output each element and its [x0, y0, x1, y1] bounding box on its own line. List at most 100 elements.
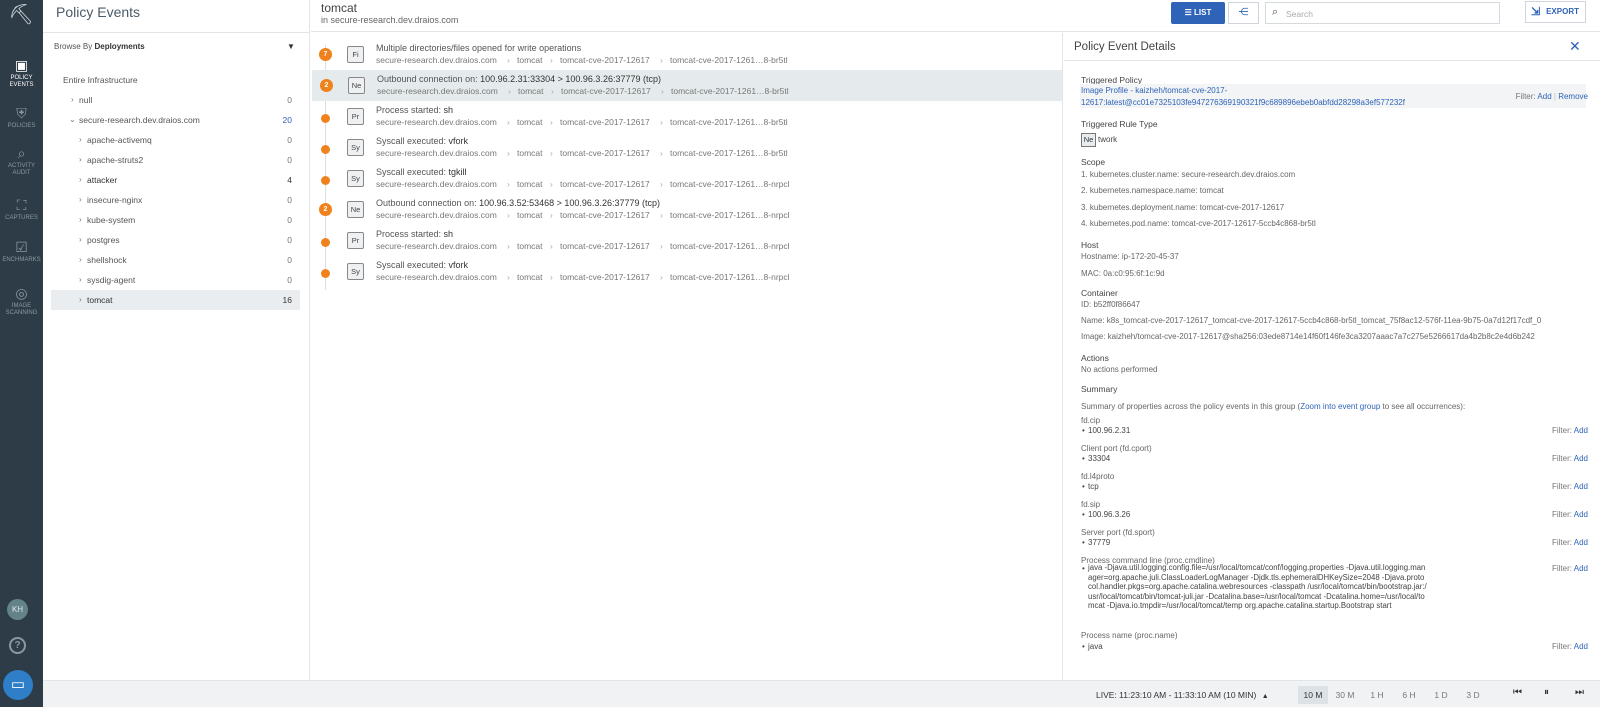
browse-by-dropdown[interactable]: Browse By Deployments [54, 42, 145, 51]
tree-item-apache-activemq[interactable]: › apache-activemq 0 [51, 130, 300, 150]
filter-add-link[interactable]: Add [1574, 426, 1588, 435]
scope-subtitle: in secure-research.dev.draios.com [321, 15, 459, 25]
close-icon[interactable]: ✕ [1569, 38, 1581, 55]
help-icon[interactable]: ? [9, 637, 26, 654]
chat-icon[interactable]: ▭ [3, 670, 33, 700]
property-filter: Filter: Add [1551, 482, 1588, 491]
events-list: 7 Fi Multiple directories/files opened for… [311, 33, 1063, 680]
chevron-right-icon: › [550, 179, 553, 189]
scan-icon: ◎ [15, 285, 28, 301]
sysdig-logo-icon[interactable]: ⛏ [6, 2, 36, 28]
event-type-tag: Sy [347, 170, 364, 187]
graph-view-button[interactable]: ⋲ [1228, 2, 1259, 24]
event-count-badge: 2 [320, 79, 333, 92]
tree-item-postgres[interactable]: › postgres 0 [51, 230, 300, 250]
filter-add-link[interactable]: Add [1574, 538, 1588, 547]
event-title: Multiple directories/files opened for wr… [376, 43, 582, 53]
nav-captures[interactable]: ⛶ CAPTURES [0, 198, 43, 222]
tree-item-attacker[interactable]: › attacker 4 [51, 170, 300, 190]
list-view-button[interactable]: ☰ LIST [1171, 2, 1225, 24]
time-range-option[interactable]: 10 M [1298, 686, 1328, 704]
event-title: Outbound connection on: 100.96.2.31:3330… [377, 74, 661, 84]
time-range-option[interactable]: 3 D [1458, 686, 1488, 704]
event-title: Syscall executed: tgkill [376, 167, 467, 177]
filter-add-link[interactable]: Add [1574, 454, 1588, 463]
filter-remove-link[interactable]: Remove [1558, 92, 1588, 101]
event-row[interactable]: 2 Ne Outbound connection on: 100.96.3.52:5… [311, 194, 1063, 225]
tree-item-apache-struts2[interactable]: › apache-struts2 0 [51, 150, 300, 170]
breadcrumb-item: tomcat [517, 117, 543, 127]
chevron-right-icon: › [660, 55, 663, 65]
search-icon: ⌕ [1272, 6, 1279, 18]
event-row[interactable]: Sy Syscall executed: vfork secure-research… [311, 132, 1063, 163]
event-type-tag: Pr [347, 108, 364, 125]
tree-item-sysdig-agent[interactable]: › sysdig-agent 0 [51, 270, 300, 290]
chevron-right-icon: › [507, 241, 510, 251]
time-range-option[interactable]: 6 H [1394, 686, 1424, 704]
event-row[interactable]: Sy Syscall executed: vfork secure-research… [311, 256, 1063, 287]
event-dot [321, 269, 330, 278]
breadcrumb-item: tomcat-cve-2017-1261…8-br5tl [670, 117, 788, 127]
caret-down-icon[interactable]: ▼ [287, 42, 295, 51]
chevron-right-icon: › [71, 95, 74, 104]
triggered-policy-link[interactable]: Image Profile - kaizheh/tomcat-cve-2017- [1081, 86, 1227, 95]
tree-item-shellshock[interactable]: › shellshock 0 [51, 250, 300, 270]
chevron-right-icon: › [660, 272, 663, 282]
zoom-event-group-link[interactable]: Zoom into event group [1300, 402, 1380, 411]
tree-item-cluster[interactable]: ⌄ secure-research.dev.draios.com 20 [51, 110, 300, 130]
skip-forward-icon[interactable]: ⏭ [1575, 687, 1584, 698]
live-time-range[interactable]: LIVE: 11:23:10 AM - 11:33:10 AM (10 MIN)… [1096, 690, 1269, 700]
export-button[interactable]: ⇲ EXPORT [1525, 1, 1586, 23]
filter-add-link[interactable]: Add [1574, 510, 1588, 519]
event-row[interactable]: 7 Fi Multiple directories/files opened for… [311, 39, 1063, 70]
property-filter: Filter: Add [1551, 510, 1588, 519]
nav-activity-audit[interactable]: ⌕ ACTIVITY AUDIT [0, 146, 43, 177]
summary-text: Summary of properties across the policy … [1081, 402, 1466, 411]
breadcrumb-item: tomcat-cve-2017-12617 [560, 210, 650, 220]
search-input[interactable] [1286, 6, 1494, 21]
content-header: tomcat in secure-research.dev.draios.com… [311, 0, 1600, 32]
event-row[interactable]: 2 Ne Outbound connection on: 100.96.2.31:3… [312, 70, 1062, 101]
breadcrumb-item: tomcat-cve-2017-1261…8-nrpcl [670, 210, 790, 220]
time-range-option[interactable]: 30 M [1330, 686, 1360, 704]
pause-icon[interactable]: ⏸ [1544, 687, 1549, 698]
event-type-tag: Fi [347, 46, 364, 63]
triggered-policy-link-cont[interactable]: 12617:latest@cc01e7325103fe9472763691903… [1081, 98, 1405, 107]
chevron-right-icon: › [79, 215, 82, 224]
skip-back-icon[interactable]: ⏮ [1513, 687, 1522, 698]
alert-icon: ▣ [14, 57, 29, 73]
breadcrumb-item: tomcat-cve-2017-12617 [560, 148, 650, 158]
tree-item-tomcat[interactable]: › tomcat 16 [51, 290, 300, 310]
chevron-right-icon: › [550, 148, 553, 158]
chevron-right-icon: › [79, 295, 82, 304]
chevron-right-icon: › [660, 179, 663, 189]
breadcrumb-item: tomcat [517, 55, 543, 65]
time-range-option[interactable]: 1 D [1426, 686, 1456, 704]
event-row[interactable]: Pr Process started: sh secure-research.dev… [311, 225, 1063, 256]
search-icon: ⌕ [17, 145, 26, 161]
nav-image-scanning[interactable]: ◎ IMAGE SCANNING [0, 286, 43, 317]
filter-add-link[interactable]: Add [1537, 92, 1551, 101]
filter-add-link[interactable]: Add [1574, 482, 1588, 491]
chevron-right-icon: › [550, 117, 553, 127]
nav-policy-events[interactable]: ▣ POLICY EVENTS [0, 58, 43, 89]
event-row[interactable]: Pr Process started: sh secure-research.dev… [311, 101, 1063, 132]
event-type-tag: Ne [348, 77, 365, 94]
event-row[interactable]: Sy Syscall executed: tgkill secure-researc… [311, 163, 1063, 194]
nav-policies[interactable]: ⛨ POLICIES [0, 106, 43, 130]
cmdline-filter: Filter: Add [1551, 564, 1588, 573]
page-title: Policy Events [56, 4, 141, 20]
tree-item-kube-system[interactable]: › kube-system 0 [51, 210, 300, 230]
filter-add-link[interactable]: Add [1574, 564, 1588, 573]
time-range-option[interactable]: 1 H [1362, 686, 1392, 704]
search-box: ⌕ [1265, 2, 1500, 24]
tree-item-null[interactable]: › null 0 [51, 90, 300, 110]
chevron-right-icon: › [79, 135, 82, 144]
user-avatar[interactable]: KH [7, 599, 28, 620]
tree-item-insecure-nginx[interactable]: › insecure-nginx 0 [51, 190, 300, 210]
filter-add-link[interactable]: Add [1574, 642, 1588, 651]
chevron-right-icon: › [660, 210, 663, 220]
tree-root[interactable]: Entire Infrastructure [51, 70, 300, 90]
chevron-right-icon: › [550, 241, 553, 251]
nav-benchmarks[interactable]: ☑ ENCHMARKS [0, 240, 43, 264]
